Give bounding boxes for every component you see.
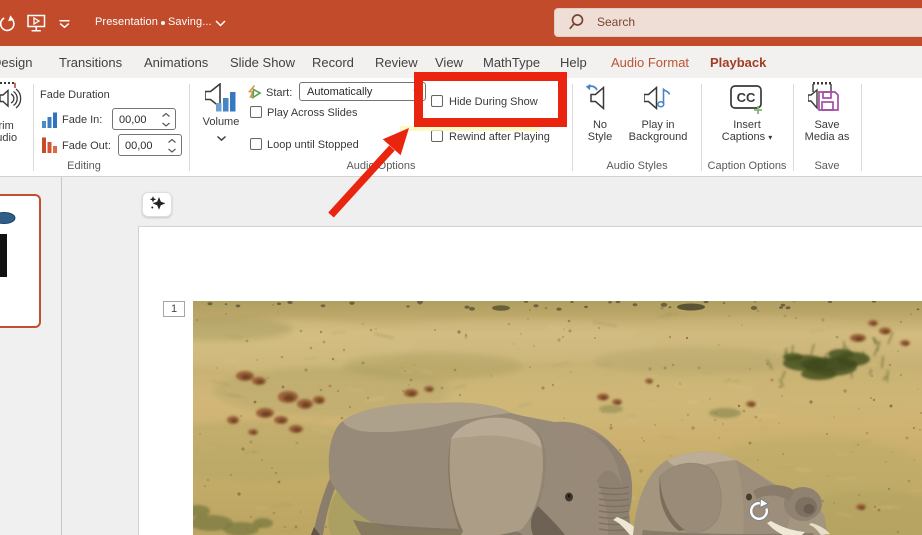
svg-text:CC: CC <box>737 90 756 105</box>
